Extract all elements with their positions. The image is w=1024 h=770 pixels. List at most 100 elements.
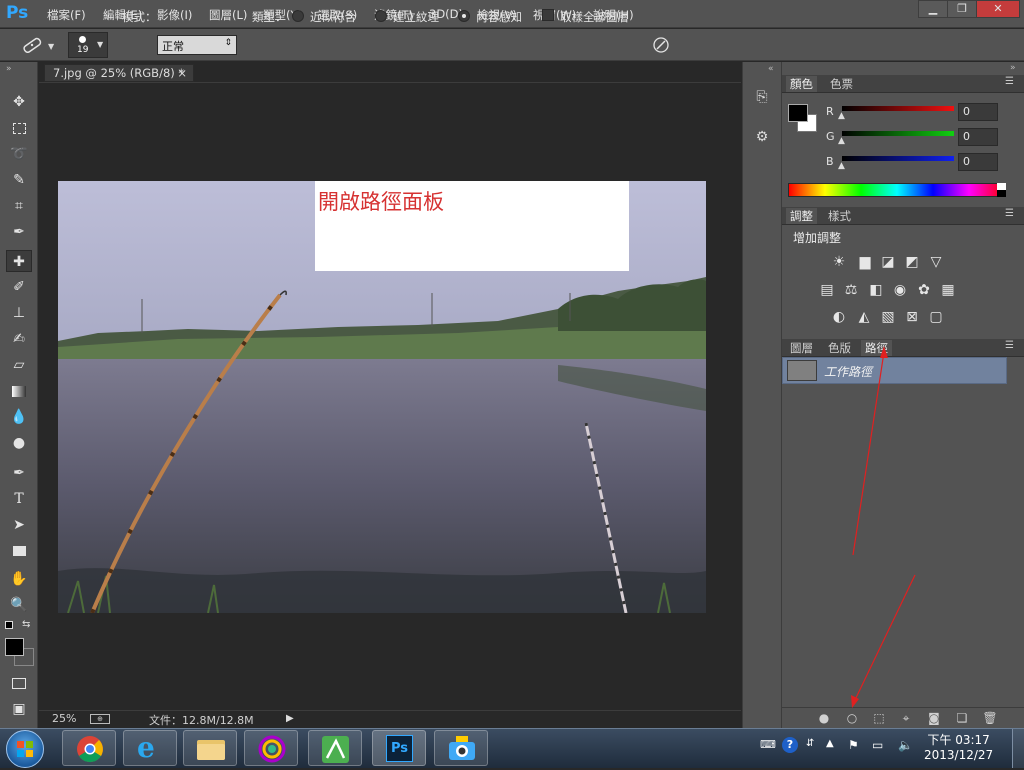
- panel-menu-icon[interactable]: ☰: [1005, 76, 1014, 87]
- posterize-icon[interactable]: ◭: [856, 309, 872, 325]
- slider-handle-icon[interactable]: ▲: [838, 136, 845, 146]
- gradient-map-icon[interactable]: ⊠: [904, 309, 920, 325]
- red-value-field[interactable]: 0: [958, 103, 998, 121]
- black-white-icon[interactable]: ◧: [868, 282, 884, 298]
- close-button[interactable]: ✕: [976, 0, 1020, 18]
- tool-preset-picker[interactable]: [20, 35, 44, 55]
- radio-content-aware[interactable]: [458, 10, 470, 22]
- tab-color[interactable]: 顏色: [786, 76, 817, 92]
- panel-menu-icon[interactable]: ☰: [1005, 340, 1014, 351]
- network-icon[interactable]: ▭: [872, 738, 883, 752]
- brush-picker[interactable]: 19 ▼: [68, 32, 108, 58]
- minimize-button[interactable]: ▁: [918, 0, 948, 18]
- marquee-tool-icon[interactable]: [6, 117, 32, 139]
- play-arrow-icon[interactable]: ▶: [286, 713, 294, 724]
- taskbar-picasa[interactable]: [244, 730, 298, 766]
- taskbar-photoshop[interactable]: Ps: [372, 730, 426, 766]
- history-icon[interactable]: ⎘: [751, 86, 773, 108]
- color-balance-icon[interactable]: ⚖: [843, 282, 859, 298]
- slider-handle-icon[interactable]: ▲: [838, 111, 845, 121]
- fill-path-icon[interactable]: ●: [816, 710, 832, 726]
- panel-menu-icon[interactable]: ☰: [1005, 208, 1014, 219]
- delete-path-icon[interactable]: 🗑: [982, 710, 998, 726]
- hand-tool-icon[interactable]: ✋: [6, 568, 32, 590]
- taskbar-green-app[interactable]: [308, 730, 362, 766]
- type-tool-icon[interactable]: T: [6, 488, 32, 510]
- document-tab[interactable]: 7.jpg @ 25% (RGB/8) * ×: [44, 64, 194, 82]
- new-path-icon[interactable]: ❏: [954, 710, 970, 726]
- sample-all-layers-checkbox[interactable]: [542, 9, 554, 21]
- vibrance-icon[interactable]: ▽: [928, 254, 944, 270]
- hue-saturation-icon[interactable]: ▤: [819, 282, 835, 298]
- properties-icon[interactable]: ⚙: [751, 126, 773, 148]
- mode-select[interactable]: 正常 ⇕: [157, 35, 237, 55]
- screen-mode-icon[interactable]: ▣: [6, 698, 32, 720]
- pen-tool-icon[interactable]: ✒: [6, 462, 32, 484]
- spot-healing-tool-icon[interactable]: ✚: [6, 250, 32, 272]
- show-hidden-icons[interactable]: ▲: [826, 738, 834, 749]
- color-lookup-icon[interactable]: ▦: [940, 282, 956, 298]
- blue-value-field[interactable]: 0: [958, 153, 998, 171]
- close-tab-icon[interactable]: ×: [177, 66, 187, 80]
- taskbar-chrome[interactable]: [62, 730, 116, 766]
- black-white-ramp[interactable]: [997, 183, 1006, 197]
- tab-adjustments[interactable]: 調整: [786, 208, 817, 224]
- collapse-right-icon[interactable]: »: [1010, 63, 1016, 73]
- history-brush-tool-icon[interactable]: ✍: [6, 328, 32, 350]
- tab-layers[interactable]: 圖層: [786, 340, 817, 356]
- green-slider[interactable]: [842, 131, 954, 136]
- foreground-color-swatch[interactable]: [788, 104, 808, 122]
- radio-proximity-match[interactable]: [292, 10, 304, 22]
- tab-swatches[interactable]: 色票: [826, 76, 857, 92]
- brush-tool-icon[interactable]: ✐: [6, 276, 32, 298]
- menu-image[interactable]: 影像(I): [157, 7, 192, 23]
- threshold-icon[interactable]: ▧: [880, 309, 896, 325]
- blur-tool-icon[interactable]: 💧: [6, 406, 32, 428]
- quick-selection-tool-icon[interactable]: ✎: [6, 169, 32, 191]
- help-icon[interactable]: ?: [782, 737, 798, 753]
- color-ramp[interactable]: [788, 183, 1006, 197]
- show-desktop-button[interactable]: [1012, 729, 1024, 768]
- quick-mask-icon[interactable]: [6, 672, 32, 694]
- action-center-flag-icon[interactable]: ⚑: [848, 738, 859, 752]
- crop-tool-icon[interactable]: ⌗: [6, 195, 32, 217]
- taskbar-camera-app[interactable]: [434, 730, 488, 766]
- red-slider[interactable]: [842, 106, 954, 111]
- tab-styles[interactable]: 樣式: [824, 208, 855, 224]
- start-button[interactable]: [6, 730, 44, 768]
- channel-mixer-icon[interactable]: ✿: [916, 282, 932, 298]
- menu-layer[interactable]: 圖層(L): [209, 7, 247, 23]
- move-tool-icon[interactable]: ✥: [6, 91, 32, 113]
- green-value-field[interactable]: 0: [958, 128, 998, 146]
- invert-icon[interactable]: ◐: [831, 309, 847, 325]
- clone-stamp-tool-icon[interactable]: ⊥: [6, 302, 32, 324]
- slider-handle-icon[interactable]: ▲: [838, 161, 845, 171]
- eraser-tool-icon[interactable]: ▱: [6, 354, 32, 376]
- dodge-tool-icon[interactable]: ●: [6, 432, 32, 454]
- zoom-tool-icon[interactable]: 🔍: [6, 594, 32, 616]
- blue-slider[interactable]: [842, 156, 954, 161]
- gradient-tool-icon[interactable]: [6, 380, 32, 402]
- radio-create-texture[interactable]: [375, 10, 387, 22]
- curves-icon[interactable]: ◪: [880, 254, 896, 270]
- zoom-level[interactable]: 25%: [52, 712, 76, 725]
- volume-icon[interactable]: 🔈: [898, 738, 913, 752]
- add-mask-icon[interactable]: ◙: [926, 710, 942, 726]
- expand-panels-icon[interactable]: «: [768, 64, 774, 74]
- levels-icon[interactable]: ▆: [857, 254, 873, 270]
- eyedropper-tool-icon[interactable]: ✒: [6, 221, 32, 243]
- taskbar-clock[interactable]: 下午 03:17 2013/12/27: [924, 731, 993, 762]
- status-info-icon[interactable]: ⊕: [90, 714, 110, 724]
- path-selection-tool-icon[interactable]: ➤: [6, 514, 32, 536]
- selective-color-icon[interactable]: ▢: [928, 309, 944, 325]
- pressure-icon[interactable]: [652, 36, 670, 54]
- exposure-icon[interactable]: ◩: [904, 254, 920, 270]
- default-colors-icon[interactable]: [5, 621, 13, 629]
- rectangle-tool-icon[interactable]: [6, 540, 32, 562]
- swap-colors-icon[interactable]: ⇆: [22, 619, 30, 630]
- brightness-contrast-icon[interactable]: ☀: [831, 254, 847, 270]
- language-icon[interactable]: ⇵: [806, 738, 814, 749]
- lasso-tool-icon[interactable]: ➰: [6, 143, 32, 165]
- restore-button[interactable]: ❐: [947, 0, 977, 18]
- taskbar-file-explorer[interactable]: [183, 730, 237, 766]
